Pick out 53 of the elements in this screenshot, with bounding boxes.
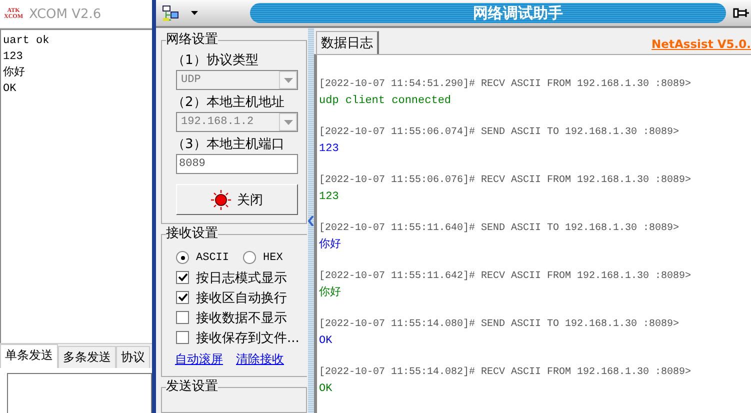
checkbox-label: 接收保存到文件...	[196, 330, 300, 346]
log-header: [2022-10-07 11:55:06.074]# SEND ASCII TO 192.168.1.30 :8089>	[319, 126, 680, 140]
link[interactable]: 清除接收	[236, 351, 284, 368]
log-data: 123	[319, 142, 340, 157]
log-header: [2022-10-07 11:55:11.642]# RECV ASCII FROM 192.168.1.30 :8089>	[319, 270, 692, 284]
checkbox[interactable]	[176, 291, 189, 304]
log-data: 123	[319, 190, 340, 205]
group-title: 发送设置	[166, 379, 218, 395]
received-line: uart ok	[3, 34, 50, 49]
received-line: OK	[3, 82, 18, 97]
field-label: （2）本地主机地址	[172, 94, 286, 111]
checkbox-label: 按日志模式显示	[196, 270, 287, 286]
window-title: 网络调试助手	[472, 4, 563, 22]
log-header: [2022-10-07 11:55:11.640]# SEND ASCII TO 192.168.1.30 :8089>	[319, 222, 680, 236]
field-label: （3）本地主机端口	[172, 136, 286, 153]
tab[interactable]: 单条发送	[0, 344, 58, 368]
radio-label: HEX	[263, 252, 283, 264]
tab[interactable]: 协议	[116, 346, 150, 368]
checkbox-label: 接收区自动换行	[196, 290, 287, 306]
log-header: [2022-10-07 11:55:06.076]# RECV ASCII FROM 192.168.1.30 :8089>	[319, 174, 692, 188]
log-data: 你好	[319, 285, 342, 301]
log-data: OK	[319, 382, 334, 397]
window-title: XCOM V2.6	[29, 6, 102, 22]
close-button[interactable]: 关闭	[176, 184, 298, 215]
log-data: 你好	[319, 237, 342, 253]
check-icon	[178, 273, 188, 282]
tab[interactable]: 多条发送	[58, 346, 116, 368]
received-line: 你好	[3, 65, 26, 81]
log-header: [2022-10-07 11:55:14.082]# RECV ASCII FROM 192.168.1.30 :8089>	[319, 366, 692, 380]
log-data: udp client connected	[319, 94, 452, 109]
checkbox-label: 接收数据不显示	[196, 310, 287, 326]
indicator-light-icon	[211, 190, 231, 210]
checkbox[interactable]	[176, 311, 189, 324]
tab[interactable]: 数据日志	[316, 31, 379, 54]
caret-icon[interactable]	[191, 11, 198, 15]
received-line: 123	[3, 50, 24, 65]
check-icon	[178, 293, 188, 302]
group-title: 接收设置	[166, 226, 218, 242]
network-icon[interactable]	[162, 4, 179, 22]
checkbox[interactable]	[176, 331, 189, 344]
log-header: [2022-10-07 11:55:14.080]# SEND ASCII TO 192.168.1.30 :8089>	[319, 318, 680, 332]
radio-button[interactable]	[176, 251, 189, 264]
checkbox[interactable]	[176, 271, 189, 284]
group-title: 网络设置	[166, 32, 218, 48]
radio-button[interactable]	[243, 251, 256, 264]
field-label: （1）协议类型	[172, 52, 260, 69]
radio-label: ASCII	[196, 252, 230, 264]
log-header: [2022-10-07 11:54:51.290]# RECV ASCII FROM 192.168.1.30 :8089>	[319, 78, 692, 92]
input-field[interactable]: 8089	[176, 154, 298, 174]
send-field[interactable]	[7, 373, 152, 413]
log-data: OK	[319, 334, 334, 349]
link[interactable]: 自动滚屏	[175, 351, 223, 368]
pin-icon[interactable]	[732, 6, 750, 20]
